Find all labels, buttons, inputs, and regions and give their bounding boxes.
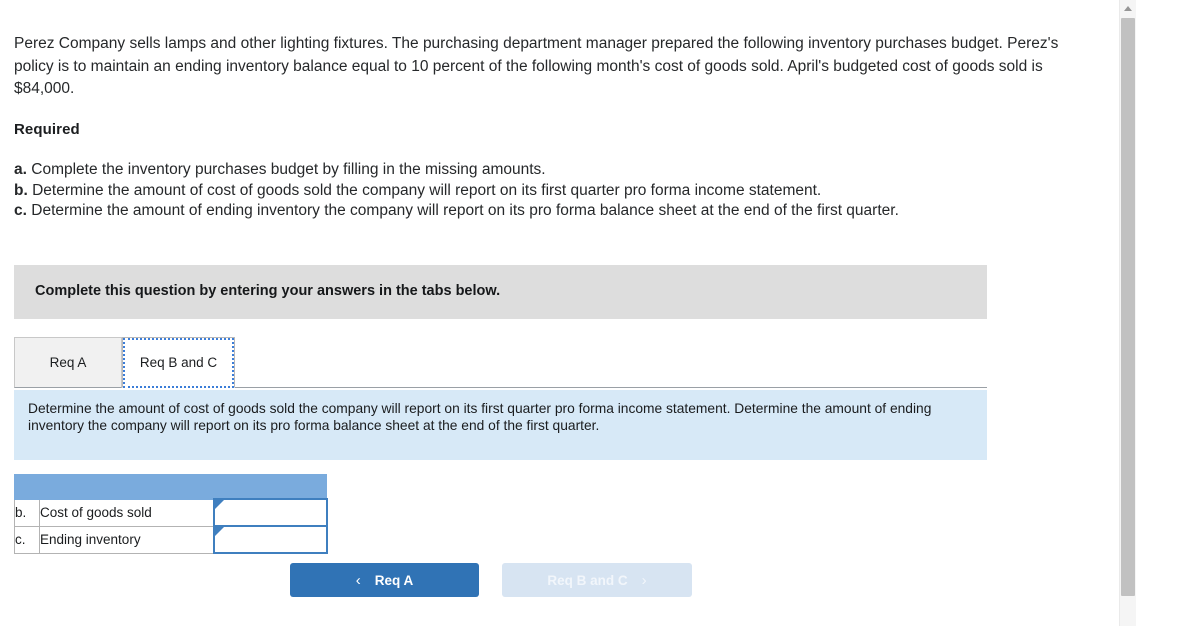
requirement-text-b: Determine the amount of cost of goods so… [32, 181, 822, 199]
answer-table-header-row [14, 474, 327, 500]
scrollbar-up-arrow-button[interactable] [1120, 0, 1136, 17]
tab-req-a-label: Req A [49, 355, 87, 370]
row-b-letter: b. [14, 498, 40, 527]
tab-req-b-and-c[interactable]: Req B and C [122, 337, 235, 388]
tab-description-panel: Determine the amount of cost of goods so… [14, 390, 987, 460]
prev-button-label: Req A [374, 572, 414, 588]
requirement-letter-a: a. [14, 161, 27, 178]
question-page: Perez Company sells lamps and other ligh… [0, 0, 1118, 626]
cost-of-goods-sold-input[interactable] [214, 502, 326, 523]
requirement-item-a: a. Complete the inventory purchases budg… [14, 160, 1089, 181]
table-row: c. Ending inventory [14, 525, 328, 554]
row-b-input-cell[interactable] [212, 498, 328, 527]
requirements-list: a. Complete the inventory purchases budg… [14, 160, 1089, 222]
instruction-banner-text: Complete this question by entering your … [35, 283, 501, 299]
header-cell-label [39, 474, 214, 500]
requirement-letter-c: c. [14, 202, 27, 219]
tab-strip: Req A Req B and C [14, 337, 987, 389]
triangle-up-icon [1124, 6, 1132, 11]
tab-req-b-and-c-label: Req B and C [139, 355, 218, 370]
tab-description-text: Determine the amount of cost of goods so… [28, 401, 932, 433]
row-c-input-cell[interactable] [212, 525, 328, 554]
right-gutter [1136, 0, 1200, 626]
row-c-label: Ending inventory [39, 525, 214, 554]
ending-inventory-input[interactable] [214, 529, 326, 550]
instruction-banner: Complete this question by entering your … [14, 265, 987, 319]
chevron-left-icon: ‹ [355, 571, 361, 589]
vertical-scrollbar[interactable] [1119, 0, 1136, 626]
scrollbar-thumb[interactable] [1121, 18, 1135, 596]
row-c-letter: c. [14, 525, 40, 554]
chevron-right-icon: › [641, 571, 647, 589]
header-cell-letter [14, 474, 40, 500]
next-req-b-and-c-button[interactable]: Req B and C › [502, 563, 692, 597]
problem-intro-text: Perez Company sells lamps and other ligh… [14, 35, 1059, 97]
requirement-item-b: b. Determine the amount of cost of goods… [14, 181, 1089, 202]
answer-table: b. Cost of goods sold c. Ending inventor… [14, 474, 328, 554]
prev-req-a-button[interactable]: ‹ Req A [290, 563, 479, 597]
table-row: b. Cost of goods sold [14, 498, 328, 527]
requirement-item-c: c. Determine the amount of ending invent… [14, 201, 1089, 222]
requirement-text-c: Determine the amount of ending inventory… [31, 202, 899, 219]
requirement-text-a: Complete the inventory purchases budget … [31, 161, 546, 178]
row-b-label: Cost of goods sold [39, 498, 214, 527]
tab-req-a[interactable]: Req A [14, 337, 122, 388]
required-heading: Required [14, 121, 80, 138]
next-button-label: Req B and C [547, 572, 628, 588]
requirement-letter-b: b. [14, 181, 28, 199]
header-cell-value [213, 474, 327, 500]
